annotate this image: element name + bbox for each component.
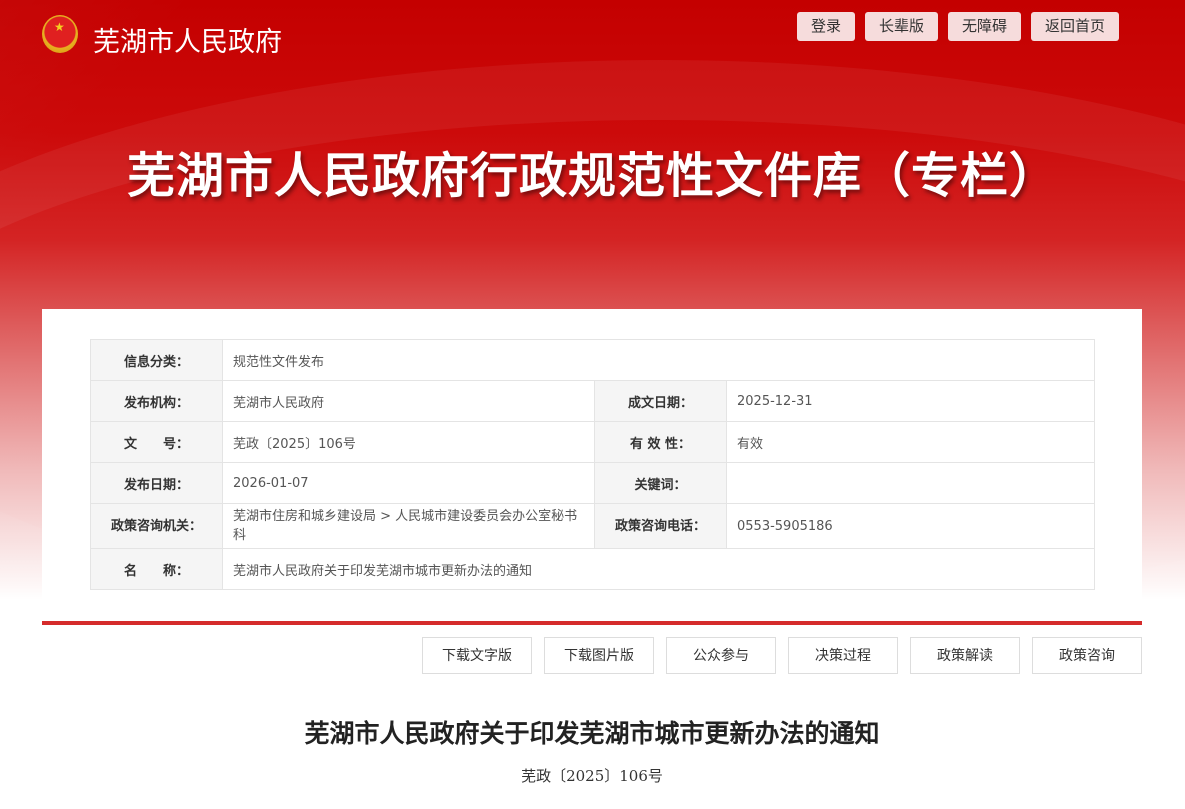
public-participation-button[interactable]: 公众参与: [666, 637, 776, 674]
pubdate-value: 2026-01-07: [222, 462, 595, 504]
document-title: 芜湖市人民政府关于印发芜湖市城市更新办法的通知: [304, 719, 880, 748]
pubdate-label: 发布日期：: [90, 462, 223, 504]
consult-tel-label: 政策咨询电话：: [594, 503, 727, 549]
consult-org-label: 政策咨询机关：: [90, 503, 223, 549]
table-row: 发布日期： 2026-01-07 关键词：: [90, 462, 1095, 504]
table-row: 政策咨询机关： 芜湖市住房和城乡建设局 > 人民城市建设委员会办公室秘书科 政策…: [90, 503, 1095, 549]
validity-label: 有 效 性：: [594, 421, 727, 463]
docno-label: 文 号：: [90, 421, 223, 463]
divider: [42, 621, 1142, 625]
policy-consult-button[interactable]: 政策咨询: [1032, 637, 1142, 674]
name-label: 名 称：: [90, 548, 223, 590]
home-button[interactable]: 返回首页: [1031, 12, 1120, 41]
top-nav: 登录 长辈版 无障碍 返回首页: [797, 12, 1120, 41]
org-value: 芜湖市人民政府: [222, 380, 595, 422]
content-panel: 信息分类： 规范性文件发布 发布机构： 芜湖市人民政府 成文日期： 2025-1…: [42, 309, 1142, 809]
action-bar: 下载文字版 下载图片版 公众参与 决策过程 政策解读 政策咨询: [422, 637, 1142, 674]
table-row: 信息分类： 规范性文件发布: [90, 339, 1095, 381]
download-text-button[interactable]: 下载文字版: [422, 637, 532, 674]
info-table: 信息分类： 规范性文件发布 发布机构： 芜湖市人民政府 成文日期： 2025-1…: [90, 339, 1095, 590]
table-row: 发布机构： 芜湖市人民政府 成文日期： 2025-12-31: [90, 380, 1095, 422]
accessibility-button[interactable]: 无障碍: [948, 12, 1022, 41]
banner-title: 芜湖市人民政府行政规范性文件库（专栏）: [126, 148, 1058, 204]
keywords-label: 关键词：: [594, 462, 727, 504]
table-row: 文 号： 芜政〔2025〕106号 有 效 性： 有效: [90, 421, 1095, 463]
category-label: 信息分类：: [90, 339, 223, 381]
category-value: 规范性文件发布: [222, 339, 1095, 381]
name-value: 芜湖市人民政府关于印发芜湖市城市更新办法的通知: [222, 548, 1095, 590]
docno-value: 芜政〔2025〕106号: [222, 421, 595, 463]
org-label: 发布机构：: [90, 380, 223, 422]
elder-mode-button[interactable]: 长辈版: [865, 12, 939, 41]
login-button[interactable]: 登录: [797, 12, 856, 41]
keywords-value: [726, 462, 1095, 504]
document-number: 芜政〔2025〕106号: [521, 767, 663, 785]
date-label: 成文日期：: [594, 380, 727, 422]
table-row: 名 称： 芜湖市人民政府关于印发芜湖市城市更新办法的通知: [90, 548, 1095, 590]
validity-value: 有效: [726, 421, 1095, 463]
policy-interpretation-button[interactable]: 政策解读: [910, 637, 1020, 674]
site-name[interactable]: 芜湖市人民政府: [93, 20, 282, 59]
download-image-button[interactable]: 下载图片版: [544, 637, 654, 674]
consult-org-value: 芜湖市住房和城乡建设局 > 人民城市建设委员会办公室秘书科: [222, 503, 595, 549]
decision-process-button[interactable]: 决策过程: [788, 637, 898, 674]
national-emblem-icon: ★: [42, 15, 78, 53]
date-value: 2025-12-31: [726, 380, 1095, 422]
consult-tel-value: 0553-5905186: [726, 503, 1095, 549]
